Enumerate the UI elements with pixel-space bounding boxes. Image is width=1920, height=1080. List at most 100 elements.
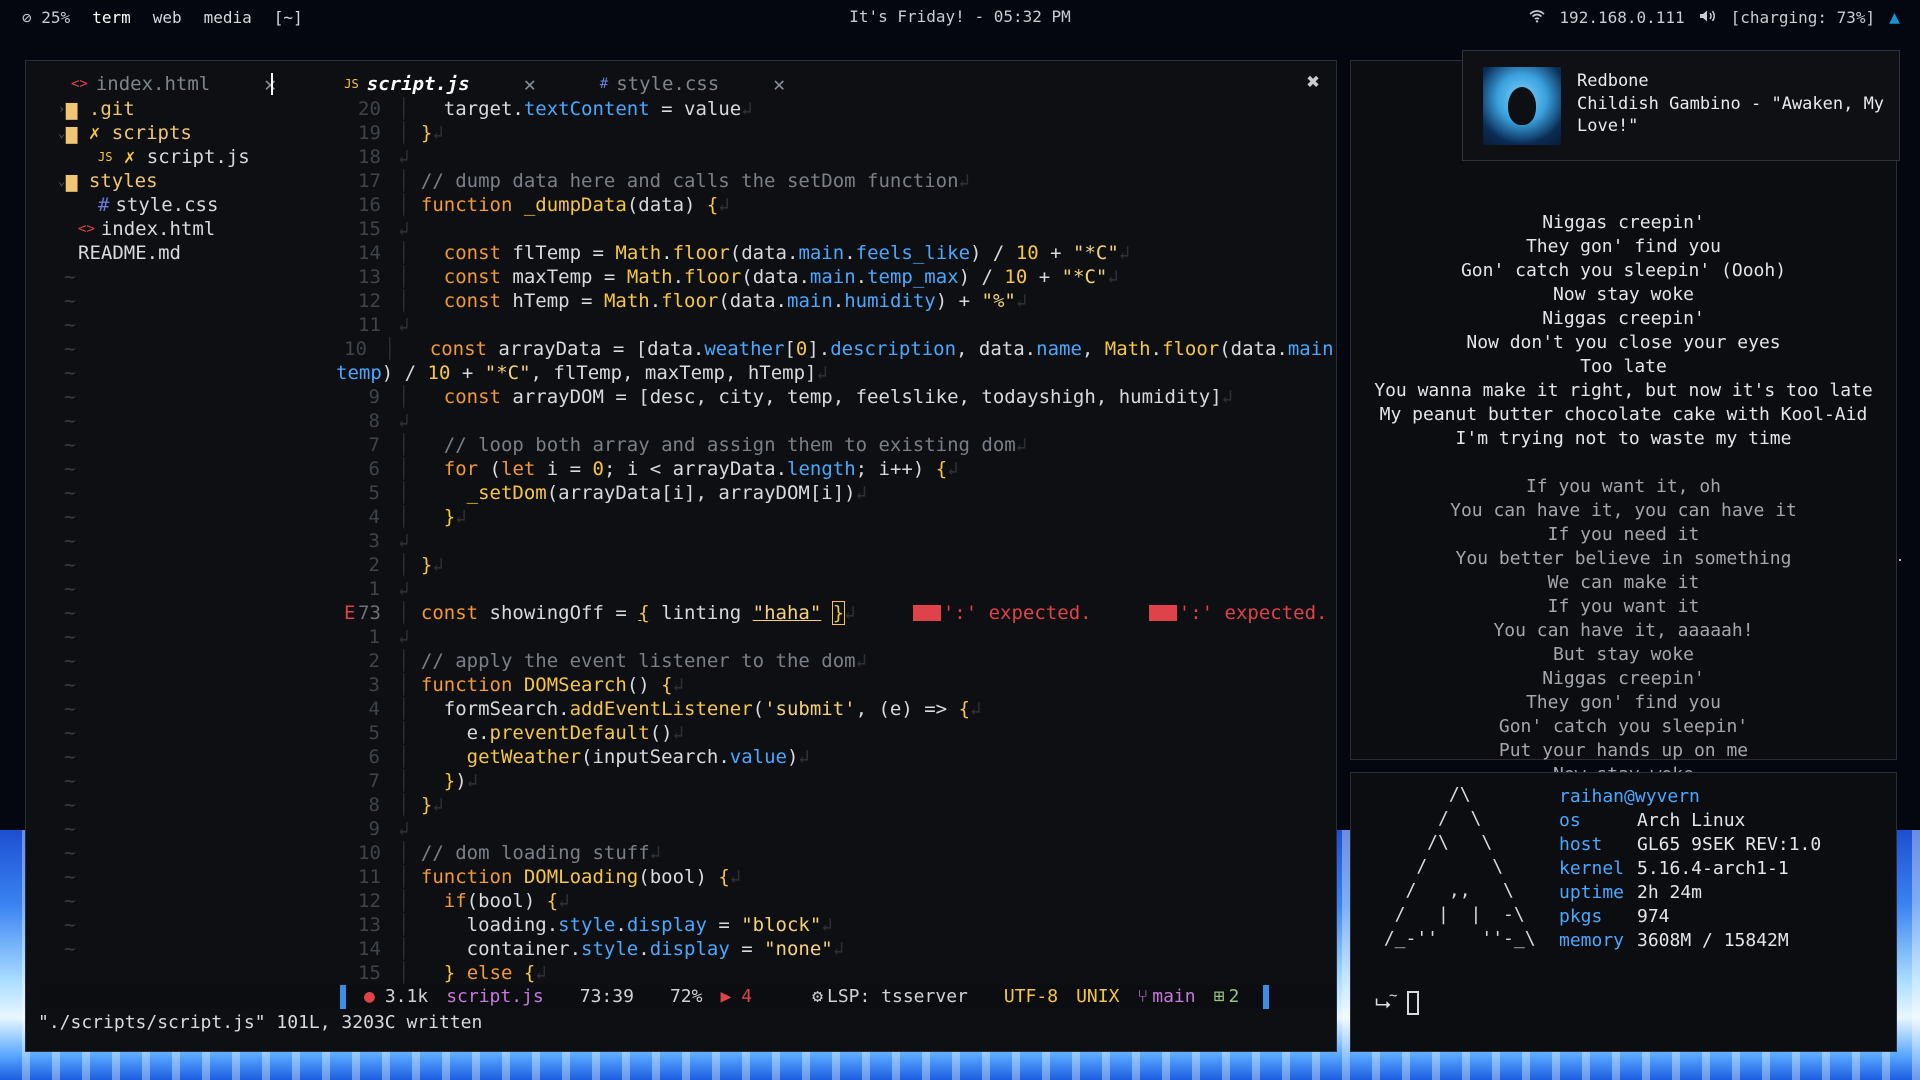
tree-folder-styles[interactable]: ⌄ ▆ styles bbox=[36, 169, 336, 193]
git-changes: 2 bbox=[1228, 986, 1240, 1007]
code-line: 1 ↲ bbox=[368, 626, 410, 648]
lyric-line: If you need it bbox=[1547, 524, 1700, 545]
info-value: 5.16.4-arch1-1 bbox=[1637, 858, 1789, 879]
info-value: GL65 9SEK REV:1.0 bbox=[1637, 834, 1822, 855]
close-icon[interactable]: ✖ bbox=[1307, 71, 1320, 95]
error-icon: ▶ bbox=[720, 986, 732, 1007]
code-line: 9 ↲ bbox=[368, 818, 410, 840]
workspace-media[interactable]: media bbox=[204, 8, 252, 27]
code-line: 13 │ loading.style.display = "block"↲ bbox=[358, 914, 833, 936]
record-icon: ● bbox=[364, 986, 375, 1007]
track-artist: Childish Gambino - "Awaken, My Love!" bbox=[1577, 94, 1885, 136]
tab-style-css[interactable]: # style.css ✕ bbox=[536, 71, 785, 97]
info-key: kernel bbox=[1559, 858, 1625, 879]
tab-script-js[interactable]: JS script.js ✕ bbox=[276, 71, 535, 97]
mode-indicator-right bbox=[1263, 985, 1270, 1009]
tree-item-label: scripts bbox=[111, 122, 192, 144]
tree-item-label: script.js bbox=[146, 146, 250, 168]
code-line: 13 │ const maxTemp = Math.floor(data.main… bbox=[358, 266, 1119, 288]
track-title: Redbone bbox=[1577, 71, 1649, 91]
media-notification[interactable]: Redbone Childish Gambino - "Awaken, My L… bbox=[1462, 50, 1900, 161]
lyric-line bbox=[1351, 451, 1896, 475]
lyric-line: You can have it, you can have it bbox=[1450, 500, 1797, 521]
workspace-term[interactable]: term bbox=[92, 8, 131, 27]
arch-ascii-logo: /\ / \ /\ \ / \ / ,, \ / | | -\ /_-'' ''… bbox=[1383, 784, 1536, 949]
lyric-line: If you want it, oh bbox=[1525, 476, 1722, 497]
lyrics-list: Niggas creepin' They gon' find you Gon' … bbox=[1351, 211, 1896, 787]
code-line: 7 │ })↲ bbox=[368, 770, 479, 792]
workspace-home[interactable]: [~] bbox=[274, 8, 303, 27]
code-line: 2 │ }↲ bbox=[368, 554, 444, 576]
code-line: 1 ↲ bbox=[368, 578, 410, 600]
shell-prompt[interactable]: ⮡ ~ bbox=[1375, 988, 1420, 1015]
diagnostic-message: ':' expected. bbox=[1148, 602, 1328, 624]
lyric-line: They gon' find you bbox=[1525, 692, 1722, 713]
tree-folder-scripts[interactable]: ⌄ ▆ ✗ scripts bbox=[36, 121, 336, 145]
code-line: 15 │ } else {↲ bbox=[358, 962, 547, 984]
close-icon[interactable]: ✕ bbox=[773, 72, 785, 96]
neovim-window: <> index.html ✕ JS script.js ✕ # style.c… bbox=[25, 60, 1337, 1052]
tab-label: style.css bbox=[616, 73, 720, 95]
code-line: 20 │ target.textContent = value↲ bbox=[358, 98, 753, 120]
diagnostic-message: ':' expected. bbox=[912, 602, 1092, 624]
tree-item-label: index.html bbox=[100, 218, 216, 240]
tree-file-script-js[interactable]: JS ✗ script.js bbox=[36, 145, 336, 169]
html-file-icon: <> bbox=[71, 76, 88, 92]
code-line: 19 │ }↲ bbox=[358, 122, 444, 144]
lyric-line: I'm trying not to waste my time bbox=[1455, 428, 1792, 449]
close-icon[interactable]: ✕ bbox=[524, 72, 536, 96]
volume-icon[interactable] bbox=[1699, 8, 1717, 27]
git-branch: main bbox=[1152, 986, 1196, 1007]
error-count: 4 bbox=[741, 986, 753, 1007]
workspace-web[interactable]: web bbox=[153, 8, 182, 27]
command-line[interactable]: "./scripts/script.js" 101L, 3203C writte… bbox=[38, 1011, 482, 1035]
lyric-line: Niggas creepin' bbox=[1542, 212, 1705, 233]
tree-folder-git[interactable]: › ▆ .git bbox=[36, 97, 336, 121]
code-line: 10 │ // dom loading stuff↲ bbox=[358, 842, 662, 864]
info-key: uptime bbox=[1559, 882, 1625, 903]
tab-label: script.js bbox=[366, 73, 470, 95]
code-line: 5 │ e.preventDefault()↲ bbox=[368, 722, 685, 744]
code-line: 8 │ }↲ bbox=[368, 794, 444, 816]
mode-indicator bbox=[340, 985, 346, 1009]
file-name: script.js bbox=[446, 986, 544, 1007]
code-line-wrap: temp) / 10 + "*C", flTemp, maxTemp, hTem… bbox=[336, 362, 828, 384]
code-line: 12 │ const hTemp = Math.floor(data.main.h… bbox=[358, 290, 1028, 312]
top-bar-left: ⊘ 25% term web media [~] bbox=[22, 0, 303, 34]
info-key: host bbox=[1559, 834, 1603, 855]
top-bar-right: 192.168.0.111 [charging: 73%] ▲ bbox=[1529, 0, 1900, 34]
tree-file-readme[interactable]: README.md bbox=[36, 241, 336, 265]
tree-file-style-css[interactable]: # style.css bbox=[36, 193, 336, 217]
lsp-status: LSP: tsserver bbox=[826, 986, 968, 1007]
empty-buffer-lines: ~ ~ ~ ~ ~ ~ ~ ~ ~ ~ ~ ~ ~ ~ ~ ~ ~ ~ ~ ~ ~ ~ ~ ~ ~ ~ ~ ~ ~ bbox=[64, 266, 76, 960]
info-value: 2h 24m bbox=[1637, 882, 1703, 903]
lyric-line: You can have it, aaaaah! bbox=[1493, 620, 1754, 641]
clock-text: It's Friday! - 05:32 PM bbox=[849, 7, 1071, 26]
chevron-down-icon: ⌄ bbox=[58, 126, 66, 140]
tab-label: index.html bbox=[95, 73, 211, 95]
modified-icon: ✗ bbox=[112, 146, 147, 168]
no-entry-icon: ⊘ bbox=[22, 7, 32, 27]
error-sign: E bbox=[344, 602, 356, 624]
tree-item-label: style.css bbox=[115, 194, 219, 216]
lyric-line: Gon' catch you sleepin' (Oooh) bbox=[1460, 260, 1787, 281]
arch-logo-icon[interactable]: ▲ bbox=[1889, 7, 1900, 28]
code-line: 6 │ for (let i = 0; i < arrayData.length;… bbox=[368, 458, 959, 480]
lyric-line: Gon' catch you sleepin' bbox=[1498, 716, 1749, 737]
scroll-percent: 72% bbox=[669, 986, 703, 1007]
statusline: ● 3.1k script.js 73:39 72% ▶ 4 ⚙ LSP: ts… bbox=[40, 985, 1336, 1009]
buffer-tabline: <> index.html ✕ JS script.js ✕ # style.c… bbox=[26, 71, 1336, 97]
code-line: 4 │ }↲ bbox=[368, 506, 467, 528]
terminal-panel[interactable]: /\ / \ /\ \ / \ / ,, \ / | | -\ /_-'' ''… bbox=[1350, 772, 1897, 1052]
code-editor[interactable]: 20 │ target.textContent = value↲ 19 │ }↲ 1… bbox=[336, 97, 1336, 1027]
folder-open-icon: ▆ bbox=[66, 122, 89, 144]
code-line: 2 │ // apply the event listener to the do… bbox=[368, 650, 868, 672]
lyric-line: They gon' find you bbox=[1525, 236, 1722, 257]
info-value: 3608M / 15842M bbox=[1637, 930, 1789, 951]
code-line-current: E 73 │ const showingOff = { linting "haha"… bbox=[336, 601, 1336, 625]
tab-index-html[interactable]: <> index.html ✕ bbox=[26, 71, 276, 97]
tree-file-index-html[interactable]: <> index.html bbox=[36, 217, 336, 241]
wifi-icon[interactable] bbox=[1529, 8, 1545, 27]
code-line: 4 │ formSearch.addEventListener('submit',… bbox=[368, 698, 982, 720]
code-line: 11 ↲ bbox=[358, 314, 410, 336]
